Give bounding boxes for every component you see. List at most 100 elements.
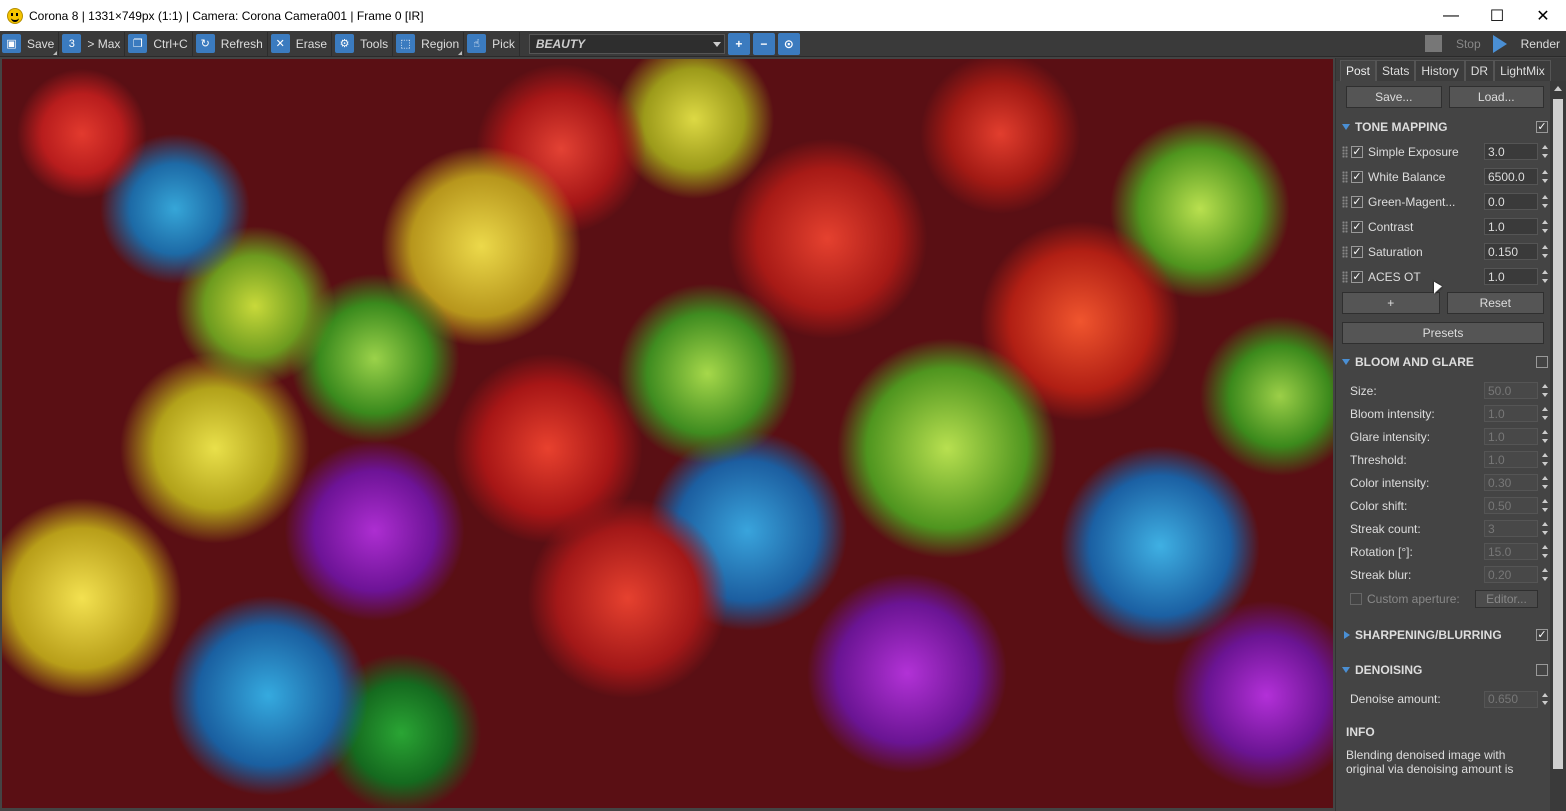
maximize-button[interactable]: ☐ — [1474, 0, 1520, 31]
arrow-down-icon — [1542, 576, 1548, 581]
tm-spinner[interactable]: 1.0 — [1484, 268, 1550, 285]
info-header: INFO — [1336, 720, 1550, 744]
max-button[interactable]: 3 > Max — [60, 31, 126, 56]
expand-triangle-icon — [1342, 667, 1350, 673]
tm-value[interactable]: 0.0 — [1484, 193, 1538, 210]
bg-label: Glare intensity: — [1350, 429, 1431, 444]
tm-value[interactable]: 6500.0 — [1484, 168, 1538, 185]
tm-spinner[interactable]: 1.0 — [1484, 218, 1550, 235]
pick-button[interactable]: ☝ Pick — [465, 31, 520, 56]
tab-history[interactable]: History — [1415, 60, 1465, 81]
tm-checkbox[interactable] — [1351, 195, 1363, 208]
arrow-down-icon[interactable] — [1542, 153, 1548, 158]
bg-spinner: 50.0 — [1484, 382, 1550, 399]
tm-value[interactable]: 1.0 — [1484, 268, 1538, 285]
drag-grip-icon[interactable] — [1342, 245, 1348, 258]
reset-button[interactable]: Reset — [1446, 292, 1544, 314]
denoise-value: 0.650 — [1484, 690, 1538, 708]
arrow-down-icon[interactable] — [1542, 278, 1548, 283]
zoom-out-icon[interactable]: − — [752, 32, 775, 55]
sharpening-header[interactable]: SHARPENING/BLURRING — [1336, 623, 1550, 647]
zoom-in-icon[interactable]: + — [727, 32, 750, 55]
tm-value[interactable]: 1.0 — [1484, 218, 1538, 235]
tools-button[interactable]: ⚙ Tools — [333, 31, 394, 56]
drag-grip-icon[interactable] — [1342, 220, 1348, 233]
drag-grip-icon[interactable] — [1342, 195, 1348, 208]
panel-scrollbar[interactable] — [1550, 81, 1566, 811]
sharpening-enable-checkbox[interactable] — [1536, 629, 1548, 641]
tm-spinner[interactable]: 3.0 — [1484, 143, 1550, 160]
save-button[interactable]: ▣ Save — [0, 31, 60, 56]
tm-checkbox[interactable] — [1351, 220, 1363, 233]
tm-value[interactable]: 3.0 — [1484, 143, 1538, 160]
arrow-up-icon[interactable] — [1542, 245, 1548, 250]
scroll-up-arrow-icon[interactable] — [1554, 86, 1562, 91]
render-button[interactable]: Render — [1492, 34, 1560, 53]
gear-icon: ⚙ — [335, 34, 355, 53]
presets-button[interactable]: Presets — [1342, 322, 1544, 344]
bg-label: Threshold: — [1350, 452, 1407, 467]
tm-checkbox[interactable] — [1351, 145, 1363, 158]
bloom-glare-enable-checkbox[interactable] — [1536, 356, 1548, 368]
bloom-glare-header[interactable]: BLOOM AND GLARE — [1336, 350, 1550, 374]
tone-mapping-header[interactable]: TONE MAPPING — [1336, 115, 1550, 139]
arrow-up-icon[interactable] — [1542, 270, 1548, 275]
arrow-down-icon[interactable] — [1542, 228, 1548, 233]
expand-triangle-icon — [1342, 124, 1350, 130]
arrow-up-icon — [1542, 430, 1548, 435]
tm-checkbox[interactable] — [1351, 170, 1363, 183]
render-pass-dropdown[interactable]: BEAUTY — [528, 33, 725, 54]
spinner-arrows[interactable] — [1540, 268, 1550, 285]
arrow-up-icon[interactable] — [1542, 195, 1548, 200]
spinner-arrows[interactable] — [1540, 243, 1550, 260]
drag-grip-icon[interactable] — [1342, 270, 1348, 283]
post-panel: Post Stats History DR LightMix Save... L… — [1335, 58, 1566, 811]
tab-lightmix[interactable]: LightMix — [1494, 60, 1551, 81]
spinner-arrows[interactable] — [1540, 193, 1550, 210]
post-save-button[interactable]: Save... — [1346, 86, 1442, 108]
tm-row-aces-ot: ACES OT 1.0 — [1336, 264, 1550, 289]
add-operator-button[interactable]: + — [1342, 292, 1440, 314]
scrollbar-thumb[interactable] — [1553, 99, 1563, 769]
arrow-down-icon[interactable] — [1542, 178, 1548, 183]
spinner-arrows[interactable] — [1540, 218, 1550, 235]
region-button[interactable]: ⬚ Region — [394, 31, 465, 56]
tab-stats[interactable]: Stats — [1376, 60, 1416, 81]
tab-post[interactable]: Post — [1340, 60, 1377, 81]
render-viewport[interactable] — [2, 59, 1333, 808]
tone-mapping-enable-checkbox[interactable] — [1536, 121, 1548, 133]
custom-aperture-label: Custom aperture: — [1367, 591, 1460, 606]
bg-label: Bloom intensity: — [1350, 406, 1435, 421]
drag-grip-icon[interactable] — [1342, 170, 1348, 183]
drag-grip-icon[interactable] — [1342, 145, 1348, 158]
add-reset-row: + Reset — [1336, 289, 1550, 314]
close-button[interactable]: ✕ — [1520, 0, 1566, 31]
erase-button[interactable]: ✕ Erase — [269, 31, 333, 56]
tm-spinner[interactable]: 0.150 — [1484, 243, 1550, 260]
arrow-down-icon[interactable] — [1542, 203, 1548, 208]
tm-checkbox[interactable] — [1351, 270, 1363, 283]
post-load-button[interactable]: Load... — [1448, 86, 1544, 108]
denoising-enable-checkbox[interactable] — [1536, 664, 1548, 676]
bloom-glare-title: BLOOM AND GLARE — [1355, 355, 1474, 369]
tm-checkbox[interactable] — [1351, 245, 1363, 258]
arrow-up-icon[interactable] — [1542, 145, 1548, 150]
denoising-header[interactable]: DENOISING — [1336, 658, 1550, 682]
minimize-button[interactable]: — — [1428, 0, 1474, 31]
zoom-fit-icon[interactable]: ⊙ — [777, 32, 800, 55]
stop-button[interactable]: Stop — [1424, 35, 1481, 52]
arrow-up-icon[interactable] — [1542, 220, 1548, 225]
tm-value[interactable]: 0.150 — [1484, 243, 1538, 260]
refresh-button[interactable]: ↻ Refresh — [194, 31, 268, 56]
tm-spinner[interactable]: 6500.0 — [1484, 168, 1550, 185]
bg-label: Rotation [°]: — [1350, 544, 1413, 559]
bg-label: Streak blur: — [1350, 567, 1412, 582]
tab-dr[interactable]: DR — [1464, 60, 1495, 81]
arrow-down-icon[interactable] — [1542, 253, 1548, 258]
spinner-arrows[interactable] — [1540, 168, 1550, 185]
arrow-up-icon[interactable] — [1542, 170, 1548, 175]
tm-spinner[interactable]: 0.0 — [1484, 193, 1550, 210]
arrow-up-icon — [1542, 545, 1548, 550]
copy-button[interactable]: ❐ Ctrl+C — [126, 31, 193, 56]
spinner-arrows[interactable] — [1540, 143, 1550, 160]
